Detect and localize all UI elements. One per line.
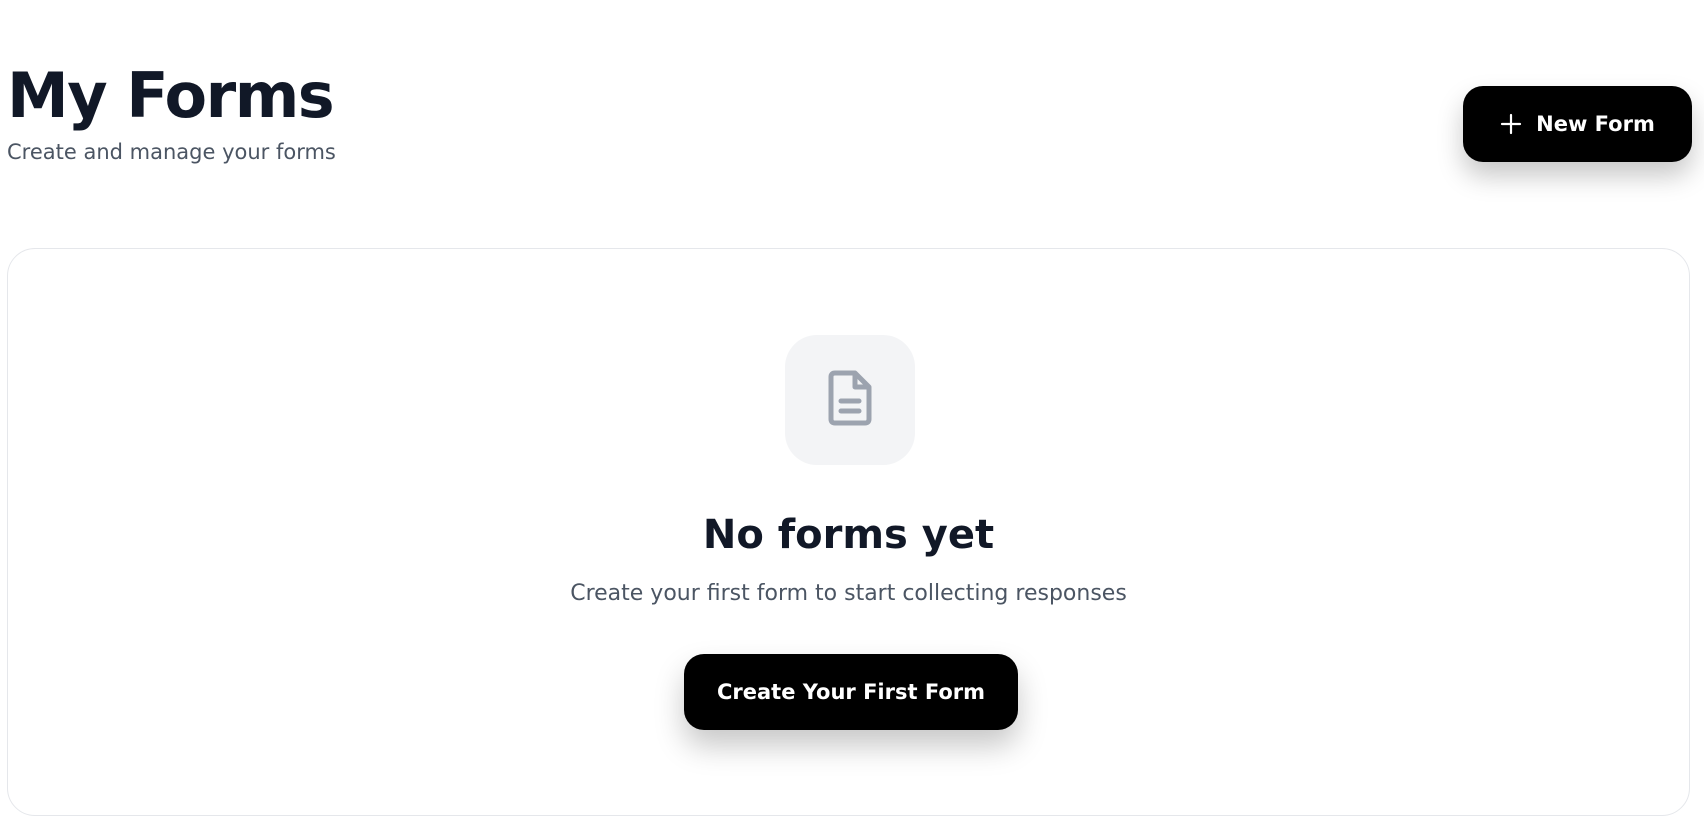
new-form-button[interactable]: New Form — [1463, 86, 1692, 162]
empty-state-subtitle: Create your first form to start collecti… — [570, 581, 1127, 606]
page-subtitle: Create and manage your forms — [7, 140, 336, 164]
new-form-label: New Form — [1536, 112, 1655, 136]
empty-state-icon-box — [785, 335, 915, 465]
empty-state-title: No forms yet — [702, 512, 995, 558]
empty-state-card: No forms yet Create your first form to s… — [7, 248, 1690, 816]
document-icon — [825, 369, 875, 431]
forms-page: My Forms Create and manage your forms Ne… — [0, 0, 1704, 831]
page-header: My Forms Create and manage your forms — [7, 58, 336, 166]
page-title: My Forms — [7, 59, 335, 132]
create-first-form-button[interactable]: Create Your First Form — [684, 654, 1018, 730]
plus-icon — [1500, 113, 1522, 135]
